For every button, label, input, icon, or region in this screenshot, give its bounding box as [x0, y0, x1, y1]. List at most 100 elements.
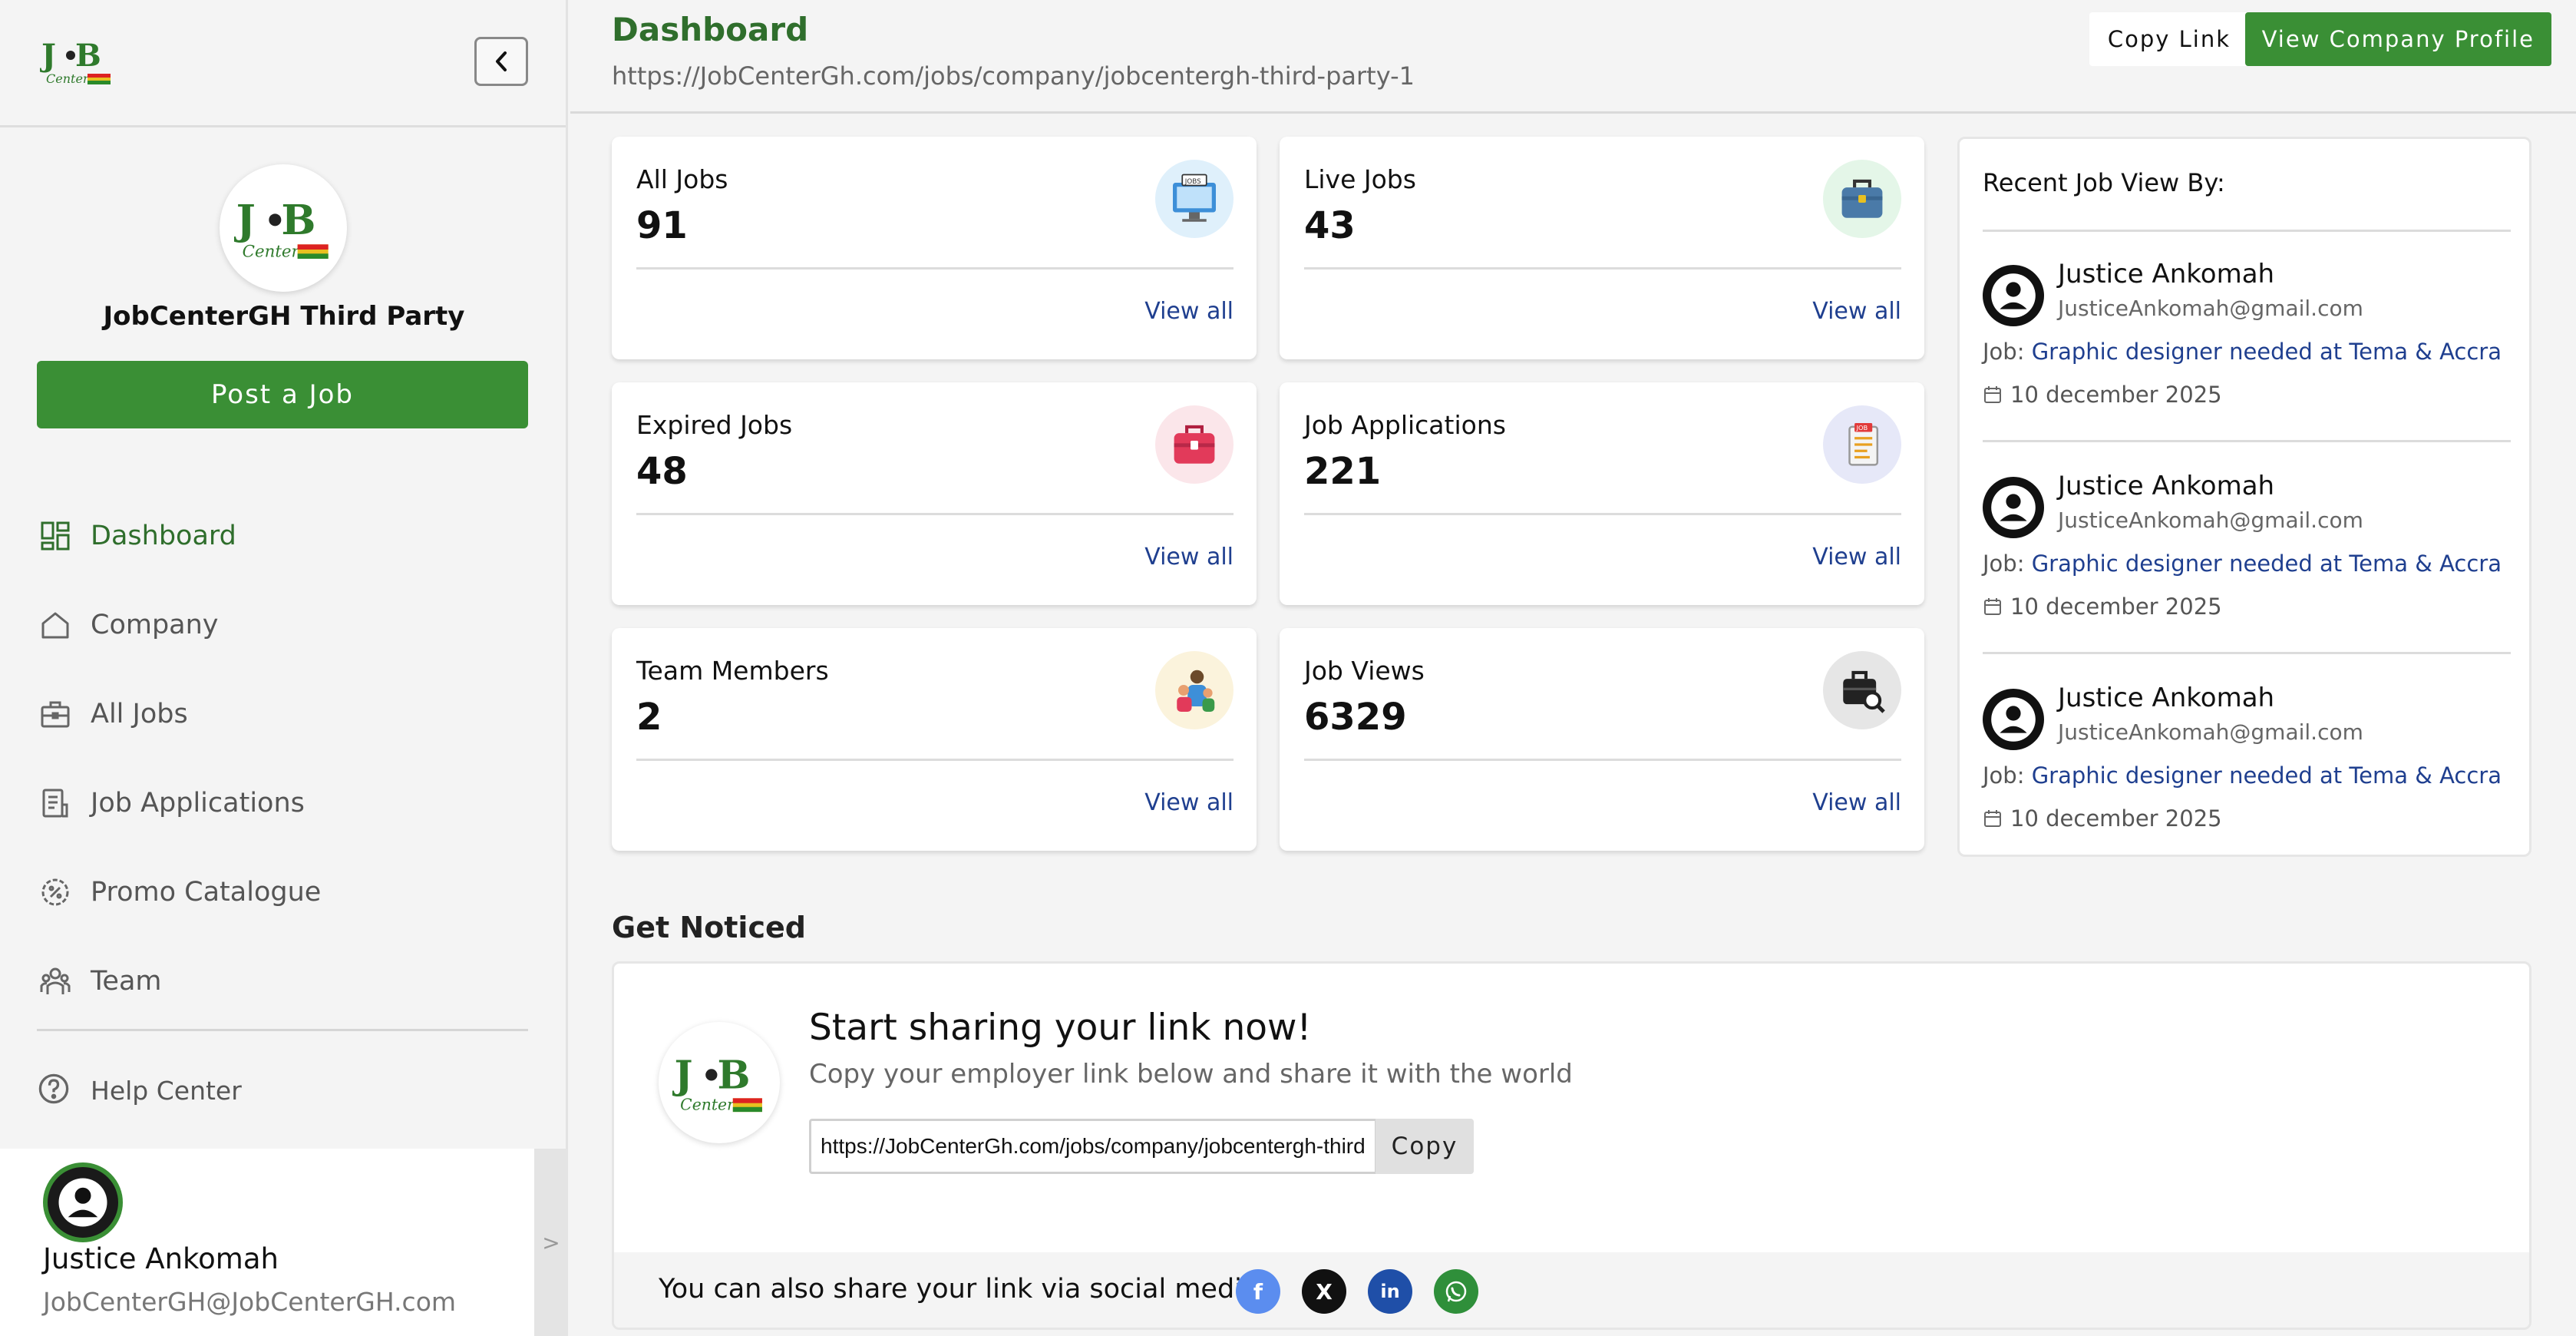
user-icon: [1991, 273, 2036, 318]
chevron-left-icon: [496, 51, 507, 71]
user-profile[interactable]: Justice Ankomah JobCenterGH@JobCenterGH.…: [0, 1149, 534, 1336]
sidebar-item-company[interactable]: Company: [37, 580, 528, 670]
view-all-link[interactable]: View all: [1144, 544, 1234, 570]
list-item[interactable]: Justice Ankomah JusticeAnkomah@gmail.com…: [1983, 680, 2511, 871]
facebook-icon[interactable]: f: [1236, 1269, 1280, 1314]
view-all-link[interactable]: View all: [1144, 789, 1234, 816]
svg-text:J: J: [234, 196, 256, 244]
expand-handle[interactable]: >: [534, 1149, 568, 1336]
linkedin-icon[interactable]: in: [1368, 1269, 1412, 1314]
calendar-icon: [1984, 386, 2001, 403]
x-icon[interactable]: X: [1302, 1269, 1346, 1314]
post-job-button[interactable]: Post a Job: [37, 361, 528, 428]
page-title: Dashboard: [612, 11, 809, 48]
stat-label: Job Views: [1304, 656, 1425, 686]
view-all-link[interactable]: View all: [1812, 544, 1901, 570]
divider: [1983, 230, 2511, 232]
whatsapp-glyph: [1445, 1281, 1467, 1302]
stat-label: Expired Jobs: [636, 410, 793, 440]
svg-text:J: J: [672, 1052, 693, 1098]
copy-link-button[interactable]: Copy Link: [2089, 12, 2249, 66]
viewer-name: Justice Ankomah: [2058, 471, 2275, 501]
stat-value: 48: [636, 450, 688, 493]
facebook-glyph: f: [1253, 1278, 1263, 1305]
briefcase-icon: [37, 696, 74, 732]
job-title-link[interactable]: Graphic designer needed at Tema & Accra: [2032, 762, 2502, 789]
view-date: 10 december 2025: [1983, 594, 2222, 620]
stat-value: 43: [1304, 204, 1356, 247]
svg-text:JOBS: JOBS: [1184, 178, 1201, 186]
viewer-email: JusticeAnkomah@gmail.com: [2058, 296, 2363, 321]
svg-text:Center: Center: [46, 71, 90, 86]
card-divider: [1304, 267, 1901, 270]
get-noticed-title: Get Noticed: [612, 911, 806, 944]
share-subtitle: Copy your employer link below and share …: [809, 1059, 1573, 1090]
user-icon: [58, 1178, 107, 1227]
team-people-icon: [1155, 651, 1234, 729]
card-divider: [1304, 759, 1901, 761]
view-date: 10 december 2025: [1983, 805, 2222, 832]
sidebar-item-promo-catalogue[interactable]: Promo Catalogue: [37, 848, 528, 937]
whatsapp-icon[interactable]: [1434, 1269, 1478, 1314]
job-title-link[interactable]: Graphic designer needed at Tema & Accra: [2032, 551, 2502, 577]
list-item[interactable]: Justice Ankomah JusticeAnkomah@gmail.com…: [1983, 256, 2511, 448]
home-icon: [37, 607, 74, 643]
stat-card-team-members: Team Members 2 View all: [612, 628, 1257, 851]
card-divider: [636, 513, 1234, 515]
collapse-sidebar-button[interactable]: [474, 37, 528, 86]
sidebar-nav: Dashboard Company All Jobs Job Applicati…: [37, 491, 528, 1026]
view-date: 10 december 2025: [1983, 382, 2222, 408]
calendar-icon: [1984, 810, 2001, 827]
recent-views-title: Recent Job View By:: [1983, 168, 2225, 197]
get-noticed-panel: J B Center Start sharing your link now! …: [612, 961, 2531, 1330]
employer-link-input[interactable]: [809, 1119, 1377, 1174]
divider: [1983, 440, 2511, 442]
svg-text:J: J: [40, 38, 56, 74]
red-briefcase-icon: [1155, 405, 1234, 484]
document-icon: [37, 785, 74, 822]
sidebar-item-dashboard[interactable]: Dashboard: [37, 491, 528, 580]
view-company-profile-button[interactable]: View Company Profile: [2244, 12, 2551, 66]
avatar: [43, 1162, 123, 1242]
company-url: https://JobCenterGh.com/jobs/company/job…: [612, 61, 1415, 91]
sidebar-item-label: Team: [91, 966, 162, 997]
user-icon: [1991, 485, 2036, 530]
jobs-monitor-icon: JOBS: [1155, 160, 1234, 238]
view-all-link[interactable]: View all: [1812, 789, 1901, 816]
view-all-link[interactable]: View all: [1812, 298, 1901, 325]
viewer-name: Justice Ankomah: [2058, 683, 2275, 713]
avatar: [1983, 265, 2044, 326]
social-share-text: You can also share your link via social …: [659, 1274, 1259, 1305]
card-divider: [636, 267, 1234, 270]
sidebar-item-label: All Jobs: [91, 699, 188, 729]
stat-card-all-jobs: All Jobs 91 JOBS View all: [612, 137, 1257, 359]
list-item[interactable]: Justice Ankomah JusticeAnkomah@gmail.com…: [1983, 468, 2511, 660]
help-center-link[interactable]: Help Center: [37, 1072, 242, 1109]
date-text: 10 december 2025: [2010, 382, 2222, 408]
view-all-link[interactable]: View all: [1144, 298, 1234, 325]
job-document-icon: JOB: [1823, 405, 1901, 484]
calendar-icon: [1984, 598, 2001, 615]
sidebar: J B Center J B Center JobCenterGH Third …: [0, 0, 568, 1336]
job-prefix: Job:: [1983, 339, 2025, 365]
stat-value: 91: [636, 204, 688, 247]
page-header: Dashboard https://JobCenterGh.com/jobs/c…: [570, 0, 2576, 114]
sidebar-item-all-jobs[interactable]: All Jobs: [37, 670, 528, 759]
stat-card-expired-jobs: Expired Jobs 48 View all: [612, 382, 1257, 605]
job-title-link[interactable]: Graphic designer needed at Tema & Accra: [2032, 339, 2502, 365]
sidebar-item-team[interactable]: Team: [37, 937, 528, 1026]
svg-text:JOB: JOB: [1856, 424, 1868, 432]
stat-value: 2: [636, 696, 662, 739]
jobcenter-logo: J B Center: [672, 1052, 762, 1114]
date-text: 10 december 2025: [2010, 594, 2222, 620]
briefcase-icon: [1823, 160, 1901, 238]
jobcenter-logo[interactable]: J B Center: [40, 34, 114, 89]
sidebar-item-label: Job Applications: [91, 788, 305, 818]
jobcenter-logo: J B Center: [234, 196, 329, 261]
copy-button[interactable]: Copy: [1376, 1119, 1474, 1174]
sidebar-item-job-applications[interactable]: Job Applications: [37, 759, 528, 848]
x-glyph: X: [1316, 1278, 1333, 1305]
avatar: [1983, 689, 2044, 750]
stat-label: Live Jobs: [1304, 164, 1416, 194]
help-icon: [37, 1072, 74, 1109]
